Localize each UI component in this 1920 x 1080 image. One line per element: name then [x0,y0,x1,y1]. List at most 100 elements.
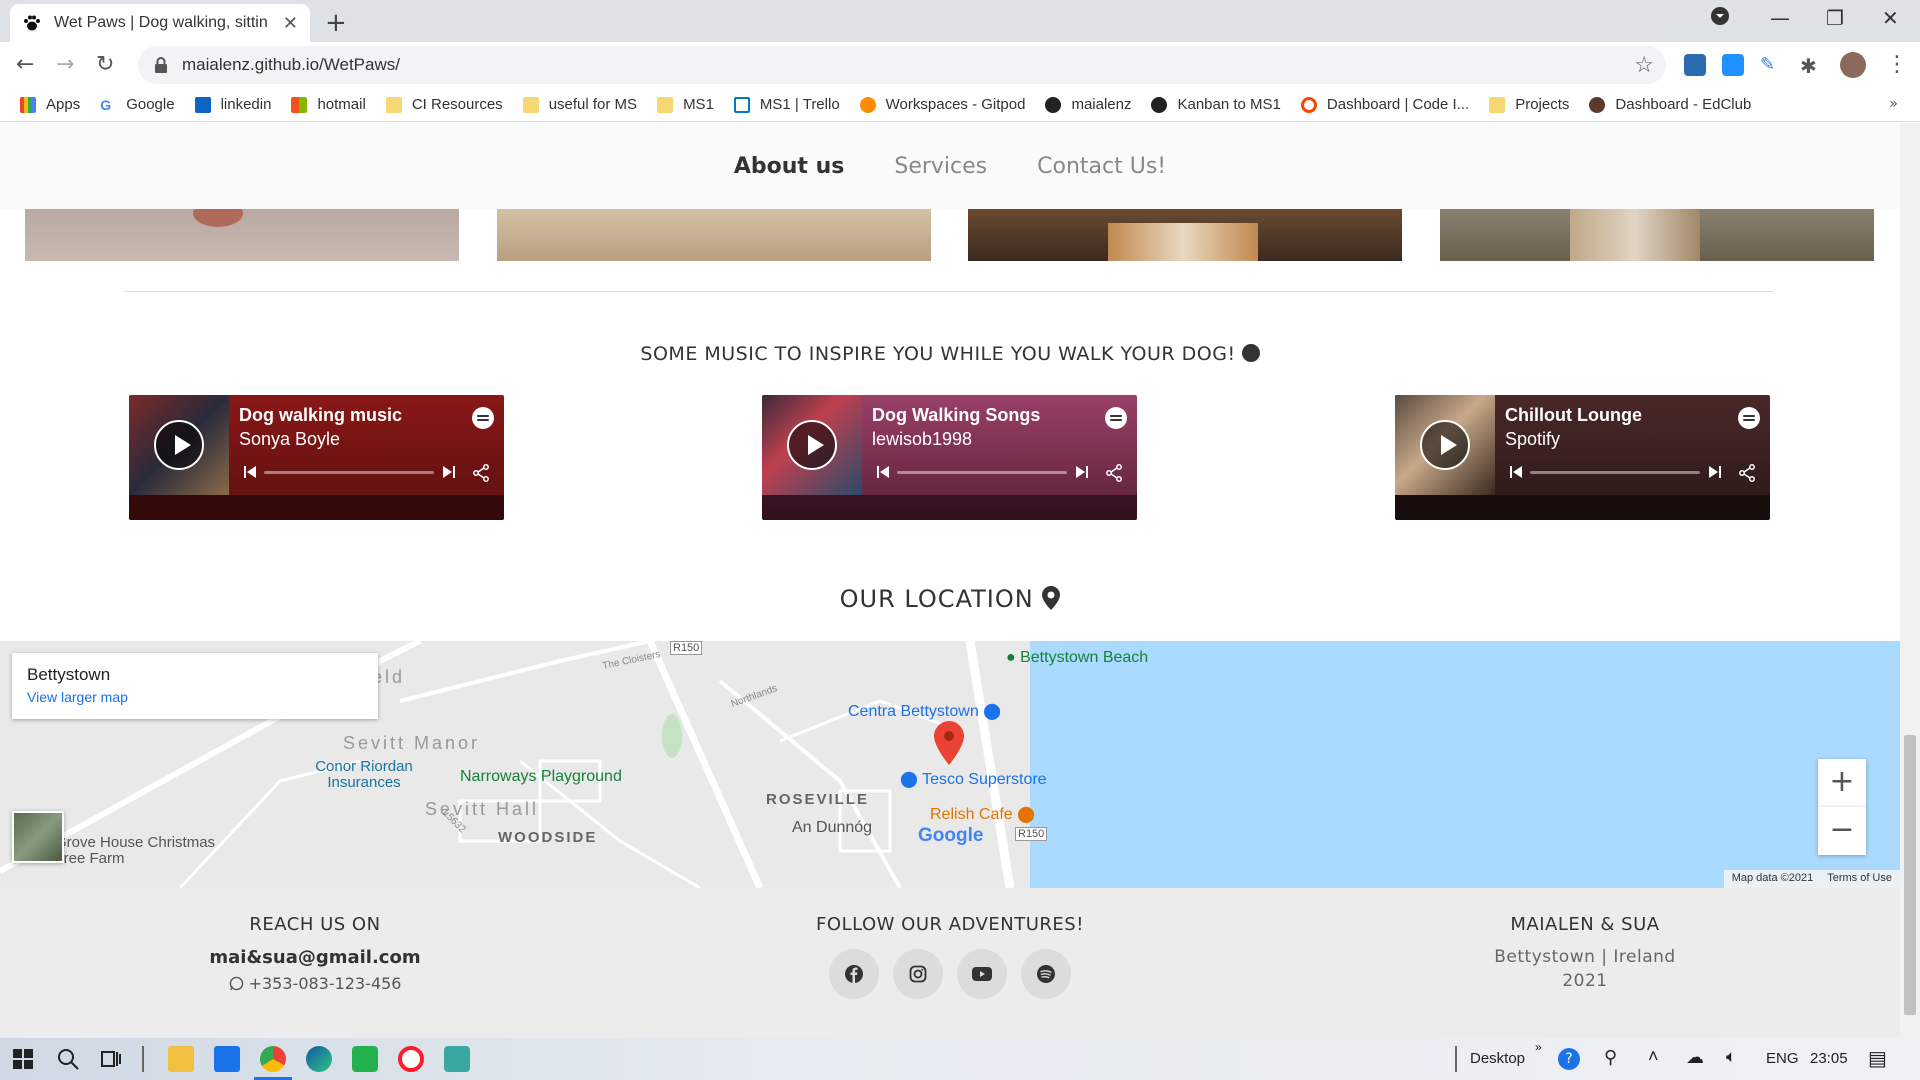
close-window-icon[interactable]: ✕ [1882,6,1899,30]
bookmark-maialenz[interactable]: maialenz [1045,96,1131,113]
task-view-icon[interactable] [98,1046,124,1072]
spotify-player[interactable]: Dog Walking Songs lewisob1998 [762,395,1137,520]
browser-tab[interactable]: Wet Paws | Dog walking, sitting a ✕ [10,4,310,42]
extension-icon[interactable] [1684,54,1706,76]
help-icon[interactable]: ? [1558,1048,1580,1070]
map-label-conor[interactable]: Conor Riordan Insurances [308,759,420,791]
windows-extension-icon[interactable] [1722,54,1744,76]
zoom-out-button[interactable]: − [1818,807,1866,855]
app-icon[interactable] [352,1046,378,1072]
menu-icon[interactable]: ⋮ [1886,52,1908,77]
avatar[interactable] [1840,52,1866,78]
bookmark-dashboard-code[interactable]: Dashboard | Code I... [1300,96,1469,113]
spotify-logo-icon[interactable] [1105,407,1127,429]
bookmark-star-icon[interactable]: ☆ [1634,53,1654,78]
feather-extension-icon[interactable]: ✎ [1760,54,1782,76]
people-icon[interactable]: ⚲ [1604,1047,1617,1068]
page-scrollbar[interactable] [1900,123,1920,1038]
profile-dropdown-icon[interactable] [1710,6,1730,31]
bookmark-apps[interactable]: Apps [20,96,80,113]
terms-of-use-link[interactable]: Terms of Use [1827,872,1892,886]
instagram-link[interactable] [893,949,943,999]
forward-icon[interactable]: → [56,52,74,77]
previous-track-icon[interactable] [243,465,257,479]
map-label-grove[interactable]: Grove House Christmas Tree Farm [55,835,245,867]
spotify-player[interactable]: Dog walking music Sonya Boyle [129,395,504,520]
toolbar-expand-icon[interactable]: » [1535,1040,1542,1054]
volume-icon[interactable]: 🔈︎ [1726,1047,1736,1067]
bookmark-ms1[interactable]: MS1 [657,96,714,113]
bookmark-linkedin[interactable]: linkedin [194,96,271,113]
youtube-link[interactable] [957,949,1007,999]
map-label-beach[interactable]: ● Bettystown Beach [1006,649,1148,667]
reload-icon[interactable]: ↻ [96,52,114,77]
language-indicator[interactable]: ENG [1766,1050,1799,1067]
app-icon[interactable] [444,1046,470,1072]
bookmark-ms1-trello[interactable]: MS1 | Trello [733,96,840,113]
chrome-icon[interactable] [260,1046,286,1072]
address-bar[interactable]: maialenz.github.io/WetPaws/ ☆ [138,46,1666,84]
restore-icon[interactable]: ❐ [1826,6,1844,30]
map-label-tesco[interactable]: ⬤ Tesco Superstore [900,769,1047,789]
file-explorer-icon[interactable] [168,1046,194,1072]
nav-services[interactable]: Services [894,154,987,179]
new-tab-button[interactable]: + [325,8,347,38]
bookmark-useful-for-ms[interactable]: useful for MS [522,96,637,113]
map-label-dunnog[interactable]: An Dunnóg [792,819,872,837]
share-icon[interactable] [472,464,490,482]
scrollbar-thumb[interactable] [1904,735,1916,1015]
location-pin-icon[interactable] [934,721,964,765]
minimize-icon[interactable]: — [1770,6,1790,30]
bookmark-kanban[interactable]: Kanban to MS1 [1151,96,1281,113]
view-larger-map-link[interactable]: View larger map [27,689,363,705]
zoom-in-button[interactable]: + [1818,759,1866,807]
play-button[interactable] [1420,420,1470,470]
nav-contact[interactable]: Contact Us! [1037,154,1166,179]
google-map[interactable]: ● Bettystown Beach Centra Bettystown ⬤ ⬤… [0,641,1900,888]
more-bookmarks-icon[interactable]: » [1889,96,1898,112]
previous-track-icon[interactable] [1509,465,1523,479]
bookmark-gitpod[interactable]: Workspaces - Gitpod [859,96,1025,113]
edge-icon[interactable] [306,1046,332,1072]
spotify-logo-icon[interactable] [1738,407,1760,429]
puzzle-icon[interactable]: ✱ [1800,54,1822,78]
spotify-logo-icon[interactable] [472,407,494,429]
back-icon[interactable]: ← [16,52,34,77]
footer-email[interactable]: mai&sua@gmail.com [150,947,480,968]
close-tab-icon[interactable]: ✕ [283,13,298,34]
satellite-toggle[interactable] [12,811,64,863]
map-label-relish[interactable]: Relish Cafe ⬤ [930,804,1035,824]
onedrive-icon[interactable]: ☁ [1686,1047,1704,1068]
bookmark-edclub[interactable]: Dashboard - EdClub [1589,96,1751,113]
map-label-centra[interactable]: Centra Bettystown ⬤ [848,701,1001,721]
nav-about-us[interactable]: About us [734,154,844,179]
facebook-link[interactable] [829,949,879,999]
play-button[interactable] [787,420,837,470]
bookmark-projects[interactable]: Projects [1489,96,1569,113]
opera-icon[interactable] [398,1046,424,1072]
next-track-icon[interactable] [1075,465,1089,479]
footer-phone[interactable]: +353-083-123-456 [150,974,480,993]
map-label-narroways[interactable]: Narroways Playground [460,768,622,786]
share-icon[interactable] [1738,464,1756,482]
spotify-link[interactable] [1021,949,1071,999]
clock[interactable]: 23:05 [1810,1050,1848,1067]
spotify-player[interactable]: Chillout Lounge Spotify [1395,395,1770,520]
desktop-toolbar-label[interactable]: Desktop [1470,1050,1525,1067]
bookmark-hotmail[interactable]: hotmail [291,96,366,113]
mail-icon[interactable] [214,1046,240,1072]
bookmark-google[interactable]: G Google [100,96,175,113]
notifications-icon[interactable]: ▤ [1868,1046,1887,1071]
search-icon[interactable] [55,1046,81,1072]
share-icon[interactable] [1105,464,1123,482]
next-track-icon[interactable] [1708,465,1722,479]
progress-bar[interactable] [264,471,434,474]
windows-start-icon[interactable] [10,1046,36,1072]
progress-bar[interactable] [897,471,1067,474]
show-hidden-icons-icon[interactable]: ˄ [1648,1046,1659,1067]
previous-track-icon[interactable] [876,465,890,479]
play-button[interactable] [154,420,204,470]
bookmark-ci-resources[interactable]: CI Resources [385,96,503,113]
progress-bar[interactable] [1530,471,1700,474]
next-track-icon[interactable] [442,465,456,479]
